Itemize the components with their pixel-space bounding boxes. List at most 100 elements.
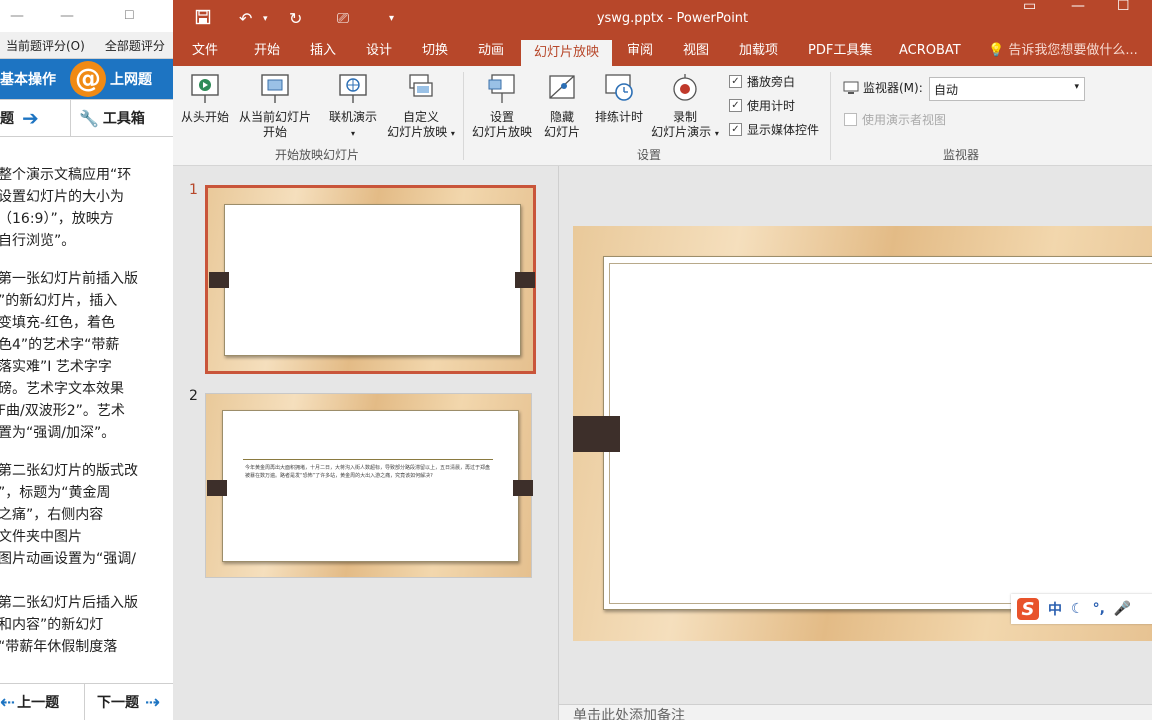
microphone-icon[interactable]: 🎤	[1114, 601, 1131, 617]
use-timings-label: 使用计时	[747, 99, 796, 113]
tab-insert[interactable]: 插入	[310, 38, 336, 66]
punctuation-icon[interactable]: °,	[1093, 601, 1105, 617]
online-question-label[interactable]: 上网题	[110, 69, 152, 89]
tab-view[interactable]: 视图	[683, 38, 709, 66]
monitor-select[interactable]: 自动 ▾	[929, 77, 1085, 101]
maximize-icon[interactable]: ☐	[1117, 0, 1130, 14]
minimize-icon[interactable]: —	[10, 8, 24, 24]
score-all-button[interactable]: 全部题评分	[105, 37, 165, 54]
ribbon-display-icon[interactable]: ▭	[1023, 0, 1036, 14]
question-line: 之痛”，右侧内容	[0, 507, 104, 523]
show-media-controls-checkbox[interactable]: ✓ 显示媒体控件	[729, 121, 819, 138]
play-narrations-checkbox[interactable]: ✓ 播放旁白	[729, 73, 795, 90]
online-logo-icon: @	[70, 61, 106, 97]
from-beginning-button[interactable]: 从头开始	[181, 72, 229, 125]
minimize-icon[interactable]: —	[1071, 0, 1085, 14]
group-start-slide-show: 开始放映幻灯片	[275, 148, 360, 162]
use-timings-checkbox[interactable]: ✓ 使用计时	[729, 97, 795, 114]
checkbox-checked-icon: ✓	[729, 75, 742, 88]
ime-toolbar[interactable]: S 中 ☾ °, 🎤	[1011, 594, 1152, 624]
hide-slide-label: 幻灯片	[543, 125, 580, 139]
dropdown-icon: ▾	[450, 129, 455, 138]
presenter-view-checkbox[interactable]: 使用演示者视图	[844, 111, 946, 128]
checkbox-checked-icon: ✓	[729, 123, 742, 136]
monitor-label: 监视器(M):	[863, 81, 923, 95]
question-line: ”的新幻灯片，插入	[0, 293, 118, 309]
question-line: 图片动画设置为“强调/	[0, 551, 136, 567]
tool-row: 题 ➔ 🔧 工具箱	[0, 99, 173, 137]
rehearse-timings-button[interactable]: 排练计时	[591, 72, 647, 125]
question-line: 和内容”的新幻灯	[0, 617, 104, 633]
dropdown-icon: ▾	[714, 129, 719, 138]
tab-home[interactable]: 开始	[254, 38, 280, 66]
main-slide-canvas[interactable]	[573, 226, 1152, 641]
question-line: F曲/双波形2”。艺术	[0, 403, 125, 419]
record-slide-show-button[interactable]: 录制 幻灯片演示 ▾	[647, 72, 723, 141]
custom-show-button[interactable]: 自定义 幻灯片放映 ▾	[381, 72, 461, 141]
main-slide-content	[603, 256, 1152, 610]
notes-pane[interactable]: 单击此处添加备注	[559, 704, 1152, 720]
ribbon: 从头开始 从当前幻灯片 开始 联机演示 ▾ 自定义 幻灯片放映 ▾ 开始放映幻灯片…	[173, 66, 1152, 166]
tab-slide-show[interactable]: 幻灯片放映	[521, 40, 613, 66]
group-separator	[463, 72, 464, 160]
tab-design[interactable]: 设计	[366, 38, 392, 66]
slide-thumbnail-2[interactable]: 今年黄金周再出大面积拥堵，十月二日，大蒋沟入街人数超标，导致部分路段滞留以上，五…	[205, 393, 533, 578]
toolbox-button[interactable]: 🔧 工具箱	[71, 100, 145, 136]
tab-transitions[interactable]: 切换	[422, 38, 448, 66]
mode-label[interactable]: 基本操作	[0, 69, 56, 89]
question-line: 第二张幻灯片后插入版	[0, 595, 138, 611]
tab-addins[interactable]: 加载项	[739, 38, 778, 66]
slide-thumbnail-1[interactable]	[205, 185, 536, 374]
slide-clip-left	[209, 272, 229, 288]
chevron-down-icon: ▾	[1074, 82, 1079, 92]
slide-number: 2	[189, 388, 198, 404]
from-beginning-icon	[191, 74, 219, 103]
minimize-icon[interactable]: —	[60, 8, 74, 24]
tab-animations[interactable]: 动画	[478, 38, 504, 66]
arrow-right-icon: ⇢	[145, 691, 161, 713]
group-setup: 设置	[637, 148, 662, 162]
question-line: 文件夹中图片	[0, 529, 82, 545]
moon-icon[interactable]: ☾	[1071, 601, 1084, 617]
setup-show-icon	[488, 74, 515, 103]
tab-pdf-tools[interactable]: PDF工具集	[808, 38, 872, 66]
pane-divider[interactable]	[558, 166, 559, 720]
question-nav[interactable]: 题 ➔	[0, 100, 71, 136]
tab-file[interactable]: 文件	[192, 38, 218, 66]
record-icon	[673, 74, 697, 101]
from-current-slide-button[interactable]: 从当前幻灯片 开始	[237, 72, 313, 140]
mode-bar: 基本操作 @ 上网题	[0, 59, 173, 99]
present-online-button[interactable]: 联机演示 ▾	[323, 72, 383, 141]
checkbox-unchecked-icon	[844, 113, 857, 126]
question-label: 题	[0, 111, 14, 127]
prev-question-button[interactable]: ⇠ 上一题	[0, 684, 85, 720]
toolbox-label: 工具箱	[102, 111, 145, 127]
slide-inner-border	[609, 263, 1152, 604]
dropdown-icon: ▾	[350, 129, 355, 138]
rehearse-timings-icon	[605, 74, 633, 101]
question-line: 落实难”I 艺术字字	[0, 359, 112, 375]
tab-review[interactable]: 审阅	[627, 38, 653, 66]
question-text: 整个演示文稿应用“环 设置幻灯片的大小为 （16:9）”，放映方 自行浏览”。 …	[0, 164, 172, 668]
hide-slide-button[interactable]: 隐藏 幻灯片	[537, 72, 587, 140]
group-monitors: 监视器	[943, 148, 980, 162]
slide-body-text: 今年黄金周再出大面积拥堵，十月二日，大蒋沟入街人数超标，导致部分路段滞留以上，五…	[245, 465, 491, 479]
maximize-icon[interactable]: ☐	[124, 8, 135, 22]
score-current-button[interactable]: 当前题评分(O)	[6, 37, 85, 54]
question-paragraph: 第二张幻灯片的版式改 ”，标题为“黄金周 之痛”，右侧内容 文件夹中图片 图片动…	[0, 460, 172, 570]
title-bar: ↶ ▾ ↻ ⎚ ▾ yswg.pptx - PowerPoint ▭ — ☐	[173, 0, 1152, 38]
next-question-button[interactable]: 下一题 ⇢	[85, 684, 160, 720]
checkbox-checked-icon: ✓	[729, 99, 742, 112]
slide-clip-left	[207, 480, 227, 496]
tab-acrobat[interactable]: ACROBAT	[899, 38, 961, 66]
setup-slide-show-button[interactable]: 设置 幻灯片放映	[469, 72, 535, 140]
ime-chinese-mode[interactable]: 中	[1048, 599, 1062, 619]
slide-number: 1	[189, 182, 198, 198]
from-beginning-label: 从头开始	[181, 110, 230, 124]
lightbulb-icon: 💡	[988, 43, 1005, 58]
tell-me-search[interactable]: 💡 告诉我您想要做什么...	[988, 38, 1138, 64]
score-bar: 当前题评分(O) 全部题评分	[0, 32, 173, 59]
from-current-label: 开始	[262, 125, 287, 139]
slide-clip-left	[573, 416, 620, 452]
question-line: ”，标题为“黄金周	[0, 485, 111, 501]
